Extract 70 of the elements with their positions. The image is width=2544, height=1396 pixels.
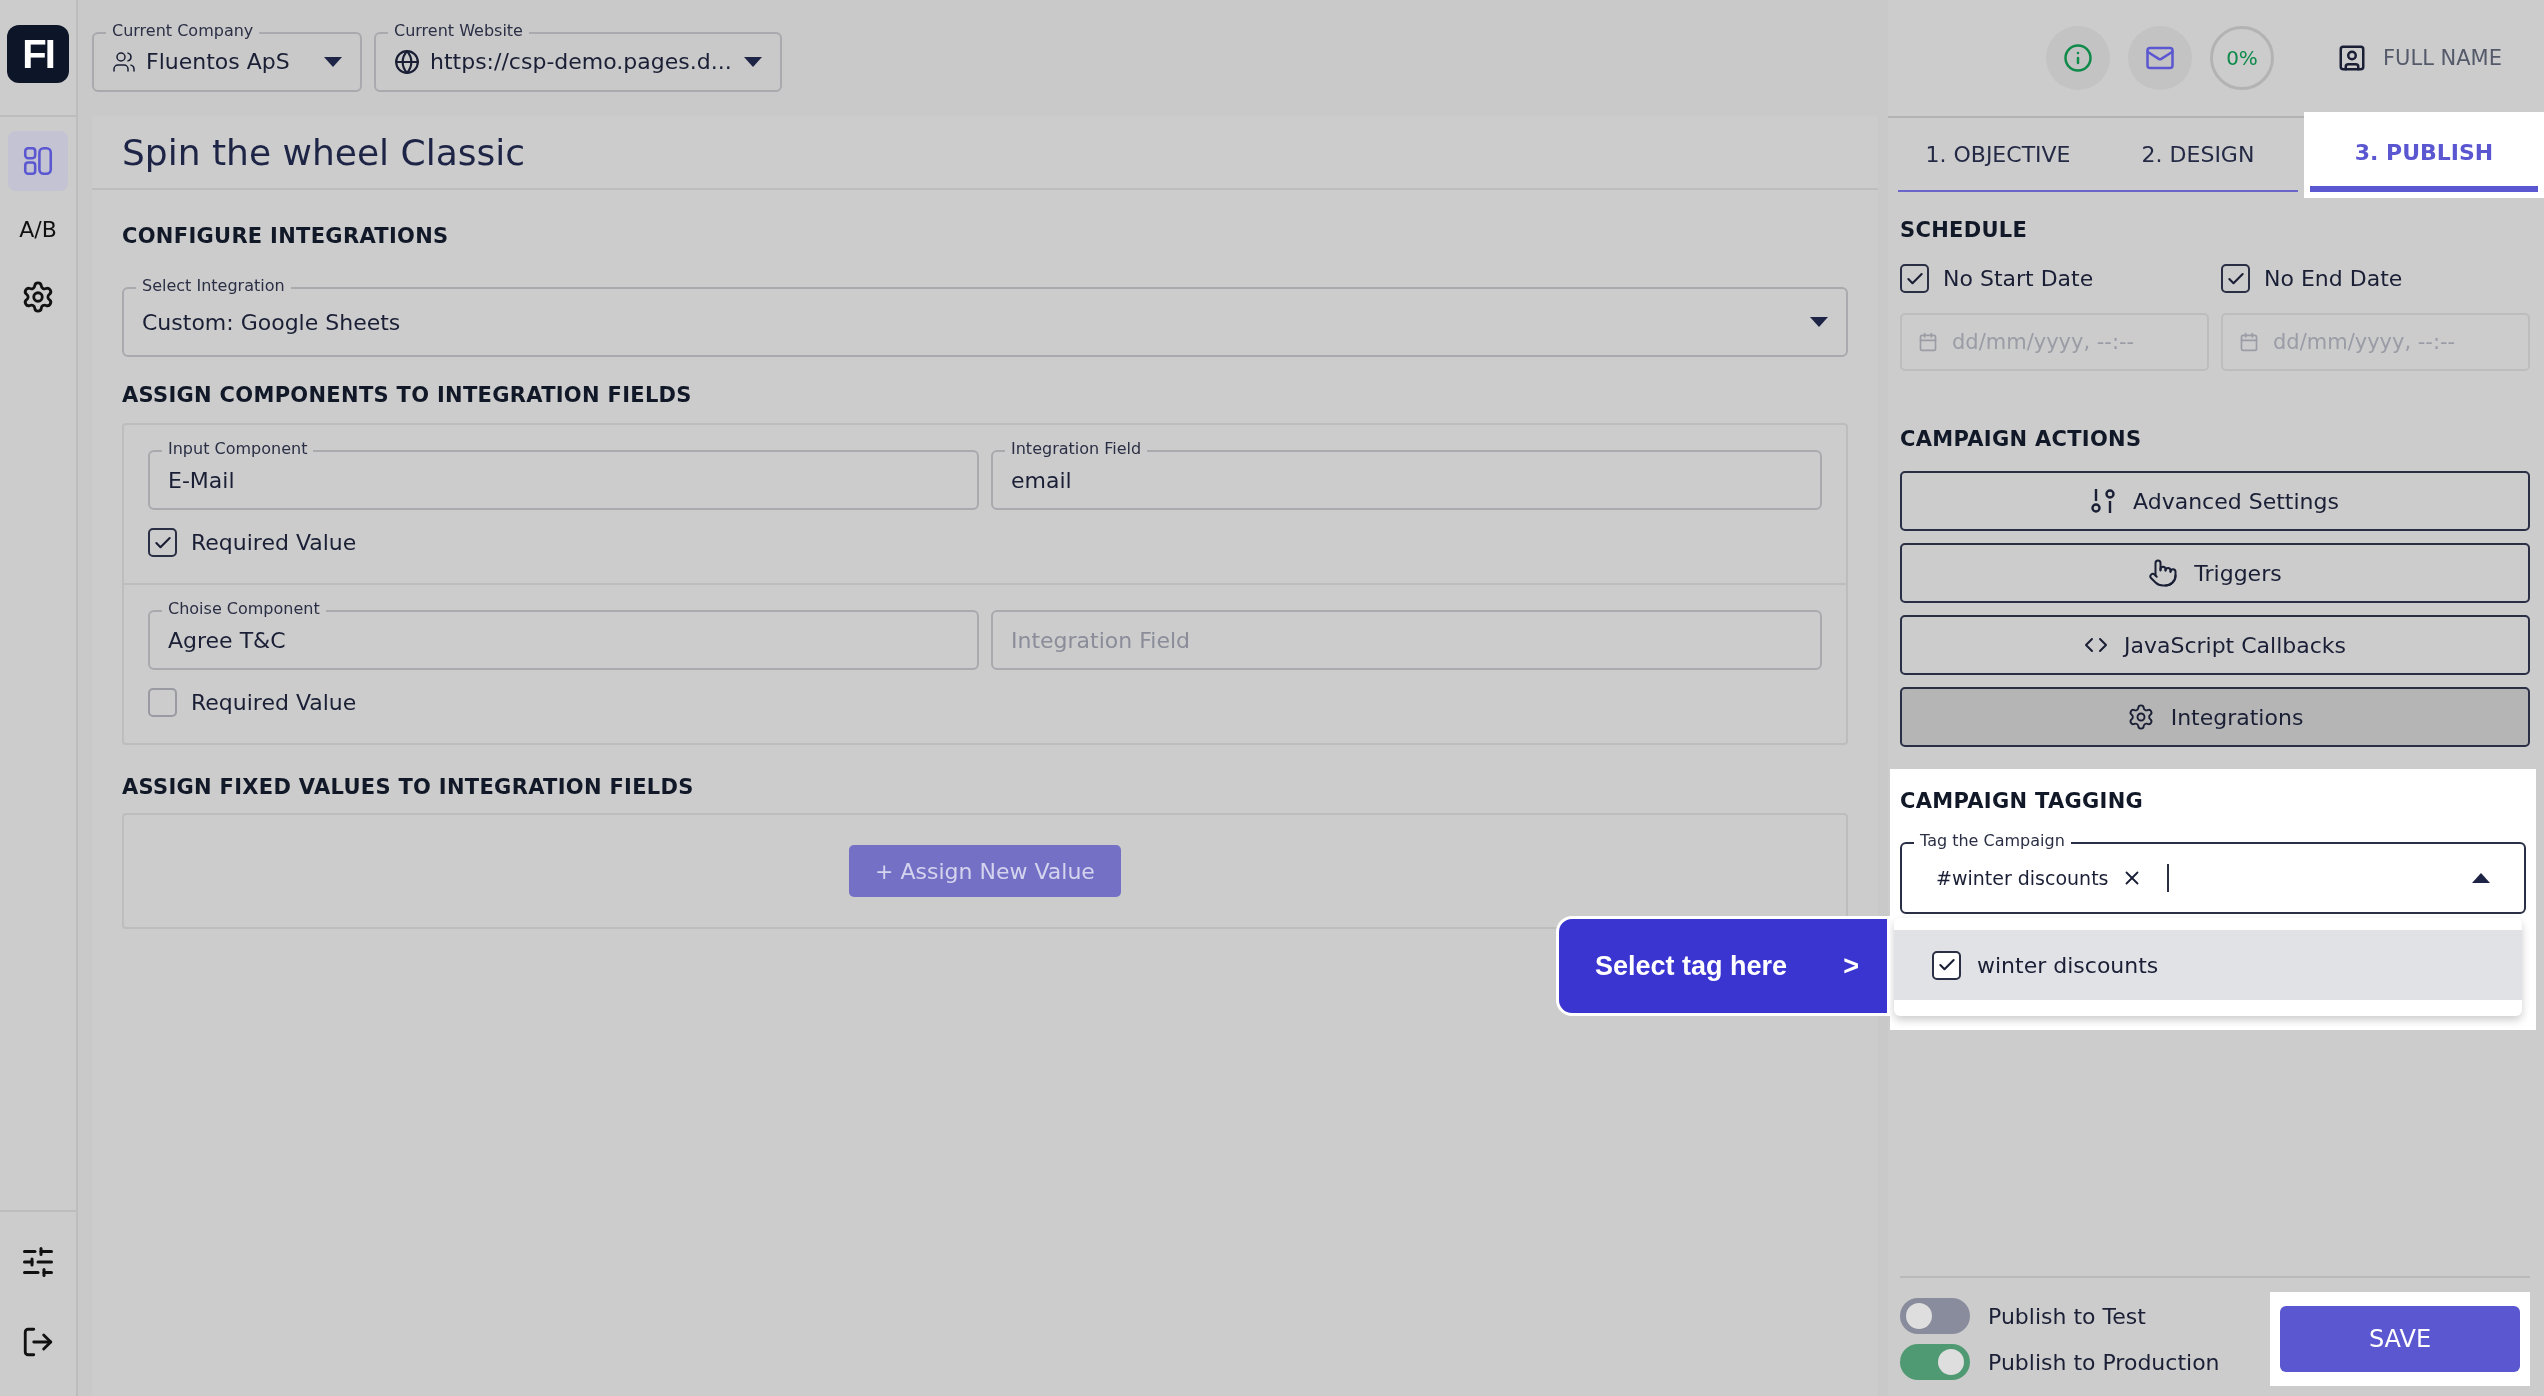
field-value: Agree T&C [168,627,286,653]
select-value: https://csp-demo.pages.d... [430,49,732,74]
select-value: Fluentos ApS [146,49,290,74]
component-field[interactable]: Input Component E-Mail [148,439,979,510]
checkbox[interactable] [148,528,177,557]
integration-field[interactable]: Integration Field email [991,439,1822,510]
action-button[interactable]: JavaScript Callbacks [1900,615,2530,675]
dropdown-option[interactable]: winter discounts [1894,930,2522,1000]
people-icon [112,49,136,74]
checkbox-label: No Start Date [1943,266,2094,291]
pointer-hand-icon [2148,558,2179,588]
website-select[interactable]: Current Website https://csp-demo.pages.d... [374,20,782,92]
logo: FI [7,25,69,83]
integration-select[interactable]: Select Integration Custom: Google Sheets [122,276,1848,357]
section-heading: CAMPAIGN TAGGING [1900,789,2145,813]
field-placeholder: Integration Field [1011,627,1190,653]
option-label: winter discounts [1977,952,2159,978]
calendar-icon [1918,332,1938,352]
action-button[interactable]: Advanced Settings [1900,471,2530,531]
caret-down-icon [1810,317,1828,327]
section-heading: ASSIGN FIXED VALUES TO INTEGRATION FIELDS [122,775,695,799]
toggle-switch[interactable] [1900,1344,1970,1380]
tooltip-text: Select tag here [1595,950,1788,982]
checkbox[interactable] [2221,264,2250,293]
step-tab[interactable]: 2. DESIGN [2098,118,2298,192]
dashboard-icon[interactable] [8,131,68,191]
next-arrow: > [1843,950,1859,982]
toggle-switch[interactable] [1900,1298,1970,1334]
select-value: Custom: Google Sheets [142,309,401,335]
step-tab[interactable]: 1. OBJECTIVE [1898,118,2098,192]
section-heading: ASSIGN COMPONENTS TO INTEGRATION FIELDS [122,383,693,407]
section-heading: SCHEDULE [1900,218,2029,242]
field-label: Choise Component [162,599,326,619]
field-label: Integration Field [1005,439,1148,459]
caret-down-icon [324,56,342,67]
toggle-label: Publish to Production [1988,1349,2220,1375]
caret-up-icon [2472,873,2490,883]
contact-icon [2337,43,2367,73]
globe-icon [394,48,420,75]
sliders-icon [2091,487,2118,515]
company-select[interactable]: Current Company Fluentos ApS [92,20,362,92]
ab-test-button[interactable]: A/B [8,199,68,259]
caret-down-icon [744,56,762,67]
section-heading: CAMPAIGN ACTIONS [1900,427,2143,451]
field-value: email [1011,467,1072,493]
checkbox[interactable] [1932,950,1961,980]
field-label: Tag the Campaign [1914,831,2071,851]
checkbox[interactable] [1900,264,1929,293]
text-cursor [2166,864,2169,892]
action-button[interactable]: Triggers [1900,543,2530,603]
checkbox-label: Required Value [191,530,357,555]
info-icon [2063,43,2093,73]
field-value: E-Mail [168,467,235,493]
checkbox-label: No End Date [2264,266,2403,291]
page-title: Spin the wheel Classic [122,131,525,173]
progress-value: 0% [2226,46,2258,70]
toggle-label: Publish to Test [1988,1303,2146,1329]
tour-tooltip[interactable]: Select tag here > [1556,916,1890,1016]
tag-text: #winter discounts [1936,867,2109,889]
component-field[interactable]: Choise Component Agree T&C [148,599,979,670]
checkbox[interactable] [148,688,177,717]
user-name[interactable]: FULL NAME [2383,46,2502,70]
tag-field[interactable]: Tag the Campaign #winter discounts [1900,831,2526,914]
checkbox-label: Required Value [191,690,357,715]
calendar-icon [2239,332,2259,352]
action-button[interactable]: Integrations [1900,687,2530,747]
section-heading: CONFIGURE INTEGRATIONS [122,224,450,248]
save-button[interactable]: SAVE [2280,1306,2520,1372]
field-label: Select Integration [136,276,291,296]
field-label: Input Component [162,439,314,459]
